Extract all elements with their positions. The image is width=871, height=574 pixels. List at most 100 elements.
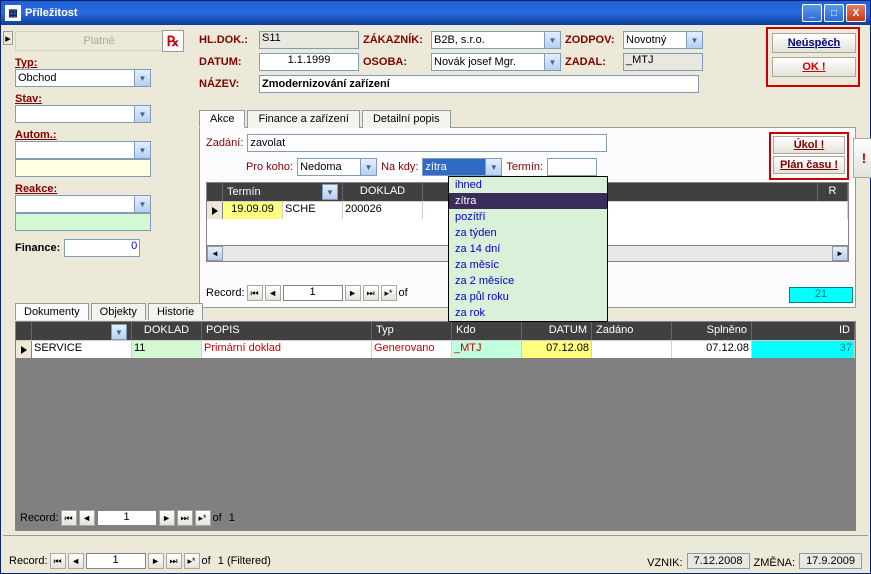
tab-objekty[interactable]: Objekty [91,303,146,320]
nazev-field[interactable] [259,75,699,93]
platne-button[interactable]: Platné ℞ [15,31,183,51]
nav-last-button[interactable]: ⏭ [166,553,182,569]
dd-item[interactable]: za 14 dní [449,241,607,257]
typ-value: Obchod [18,72,57,84]
nakdy-dropdown[interactable]: ihned zítra pozítří za týden za 14 dní z… [448,176,608,322]
col-splneno[interactable]: Splněno [672,322,752,340]
nav-last-button[interactable]: ⏭ [363,285,379,301]
nav-next-button[interactable]: ► [345,285,361,301]
chevron-down-icon[interactable]: ▼ [111,324,127,340]
collapse-handle[interactable]: ▸ [3,31,13,45]
col-kdo[interactable]: Kdo [452,322,522,340]
rx-icon[interactable]: ℞ [162,30,184,52]
datum-field[interactable]: 1.1.1999 [259,53,359,71]
titlebar[interactable]: ▦ Příležitost _ □ X [1,1,870,25]
autom-combo[interactable]: ▼ [15,141,151,159]
dd-item[interactable]: za 2 měsíce [449,273,607,289]
prokoho-combo[interactable]: Nedoma▼ [297,158,377,176]
col-doklad[interactable]: DOKLAD [343,183,423,201]
record-label: Record: [20,512,59,524]
chevron-down-icon[interactable]: ▼ [360,159,376,175]
nav-next-button[interactable]: ► [159,510,175,526]
col-doklad[interactable]: DOKLAD [132,322,202,340]
dokumenty-record-nav: Record: ⏮ ◄ 1 ► ⏭ ▸* of 1 [20,510,235,526]
chevron-down-icon[interactable]: ▼ [686,32,702,48]
zakaznik-combo[interactable]: B2B, s.r.o.▼ [431,31,561,49]
akce-record-nav: Record: ⏮ ◄ 1 ► ⏭ ▸* of [206,285,408,301]
col-termin[interactable]: Termín [227,186,261,198]
dd-item[interactable]: za rok [449,305,607,321]
autom-label: Autom.: [15,129,183,141]
vznik-value: 7.12.2008 [687,553,750,569]
col-popis[interactable]: POPIS [202,322,372,340]
finance-value: 0 [64,239,140,257]
reakce-text[interactable] [15,213,151,231]
col-id[interactable]: ID [752,322,855,340]
chevron-down-icon[interactable]: ▼ [322,184,338,200]
reakce-label: Reakce: [15,183,183,195]
cyan-badge: 21 [789,287,853,303]
col-typ[interactable]: Typ [372,322,452,340]
scroll-left-button[interactable]: ◄ [207,246,223,261]
zodpov-combo[interactable]: Novotný▼ [623,31,703,49]
close-button[interactable]: X [846,4,866,22]
ukol-button[interactable]: Úkol ! [773,136,845,154]
record-index[interactable]: 1 [283,285,343,301]
maximize-button[interactable]: □ [824,4,844,22]
window-frame: ▦ Příležitost _ □ X ▸ Platné ℞ Typ: Obch… [0,0,871,574]
nav-first-button[interactable]: ⏮ [247,285,263,301]
dd-item[interactable]: ihned [449,177,607,193]
nav-prev-button[interactable]: ◄ [265,285,281,301]
chevron-down-icon[interactable]: ▼ [134,196,150,212]
alert-button[interactable]: ! [853,138,871,178]
table-row[interactable]: SERVICE 11 Primární doklad Generovano _M… [16,340,855,358]
chevron-down-icon[interactable]: ▼ [134,106,150,122]
autom-text[interactable] [15,159,151,177]
chevron-down-icon[interactable]: ▼ [544,32,560,48]
nav-new-button[interactable]: ▸* [184,553,200,569]
left-pane: Platné ℞ Typ: Obchod ▼ Stav: ▼ Autom.: ▼… [15,31,183,257]
nav-next-button[interactable]: ► [148,553,164,569]
nav-prev-button[interactable]: ◄ [79,510,95,526]
dd-item-selected[interactable]: zítra [449,193,607,209]
chevron-down-icon[interactable]: ▼ [485,159,501,175]
typ-combo[interactable]: Obchod ▼ [15,69,151,87]
tab-akce[interactable]: Akce [199,110,245,128]
nakdy-combo[interactable]: zítra▼ [422,158,502,176]
nav-first-button[interactable]: ⏮ [61,510,77,526]
col-zadano[interactable]: Zadáno [592,322,672,340]
reakce-combo[interactable]: ▼ [15,195,151,213]
nav-first-button[interactable]: ⏮ [50,553,66,569]
dd-item[interactable]: za půl roku [449,289,607,305]
record-label: Record: [206,287,245,299]
nav-new-button[interactable]: ▸* [381,285,397,301]
row-pointer-icon [212,207,218,215]
col-r[interactable]: R [818,183,848,201]
chevron-down-icon[interactable]: ▼ [134,142,150,158]
nav-new-button[interactable]: ▸* [195,510,211,526]
tab-dokumenty[interactable]: Dokumenty [15,303,89,320]
nav-last-button[interactable]: ⏭ [177,510,193,526]
dd-item[interactable]: za týden [449,225,607,241]
record-index[interactable]: 1 [86,553,146,569]
ok-button[interactable]: OK ! [772,57,856,77]
dd-item[interactable]: pozítří [449,209,607,225]
dd-item[interactable]: za měsíc [449,257,607,273]
tab-detail[interactable]: Detailní popis [362,110,451,128]
stav-combo[interactable]: ▼ [15,105,151,123]
minimize-button[interactable]: _ [802,4,822,22]
record-index[interactable]: 1 [97,510,157,526]
tab-historie[interactable]: Historie [148,303,203,320]
nav-prev-button[interactable]: ◄ [68,553,84,569]
chevron-down-icon[interactable]: ▼ [544,54,560,70]
neuspech-button[interactable]: Neúspěch [772,33,856,53]
osoba-label: OSOBA: [363,56,427,68]
col-datum[interactable]: DATUM [522,322,592,340]
termin-field[interactable] [547,158,597,176]
zadani-field[interactable] [247,134,607,152]
zakaznik-label: ZÁKAZNÍK: [363,34,427,46]
osoba-combo[interactable]: Novák josef Mgr.▼ [431,53,561,71]
scroll-right-button[interactable]: ► [832,246,848,261]
tab-finance[interactable]: Finance a zařízení [247,110,360,128]
chevron-down-icon[interactable]: ▼ [134,70,150,86]
